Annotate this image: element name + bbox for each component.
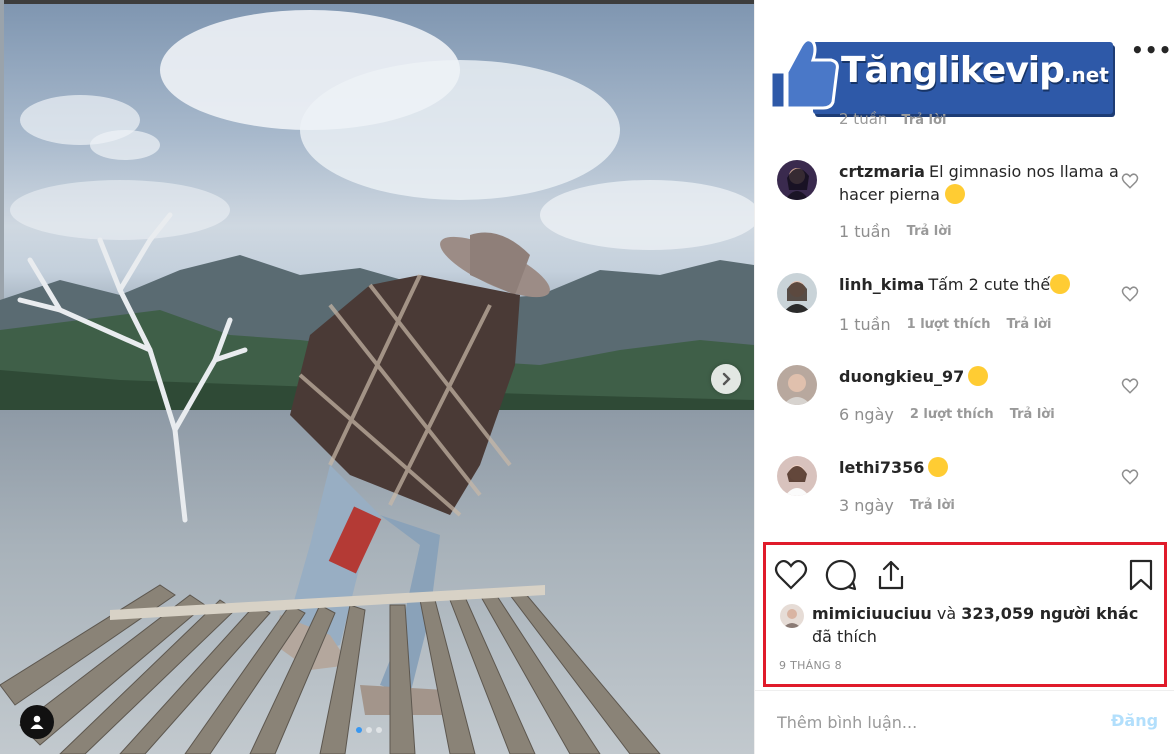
tagged-users-button[interactable] <box>20 705 54 739</box>
next-photo-button[interactable] <box>711 364 741 394</box>
reply-button[interactable]: Trả lời <box>1010 407 1055 422</box>
comment-item: linh_kima Tấm 2 cute thế 1 tuần 1 lượt th… <box>777 273 1167 343</box>
reply-button[interactable]: Trả lời <box>1006 317 1051 332</box>
comment-item: duongkieu_97 6 ngày 2 lượt thích Trả lời <box>777 365 1167 435</box>
comment-item: lethi7356 3 ngày Trả lời <box>777 456 1167 526</box>
comment-like-count[interactable]: 2 lượt thích <box>910 407 994 422</box>
post-side-panel: Tănglikevip.net ••• 2 tuần Trả lời crtzma… <box>754 0 1174 754</box>
carousel-dot <box>376 727 382 733</box>
share-icon[interactable] <box>874 558 908 592</box>
liked-by-suffix: đã thích <box>812 627 877 646</box>
comment-like-icon[interactable] <box>1121 172 1139 190</box>
comment-like-icon[interactable] <box>1121 377 1139 395</box>
hugging-face-emoji-icon <box>945 184 966 204</box>
comment-meta: 1 tuần 1 lượt thích Trả lời <box>839 315 1051 334</box>
liker-avatar[interactable] <box>780 604 804 628</box>
comment-input[interactable] <box>775 709 1079 735</box>
comment-meta: 1 tuần Trả lời <box>839 222 952 241</box>
comment-item: crtzmaria El gimnasio nos llama a hacer p… <box>777 160 1167 250</box>
logo-main-text: Tănglikevip <box>841 50 1065 91</box>
like-count-link[interactable]: 323,059 người khác <box>961 604 1138 623</box>
avatar[interactable] <box>777 160 817 200</box>
comment-text: linh_kima Tấm 2 cute thế <box>839 273 1119 296</box>
logo-text: Tănglikevip.net <box>841 50 1109 91</box>
comment-meta: 3 ngày Trả lời <box>839 496 955 515</box>
comment-like-count[interactable]: 1 lượt thích <box>907 317 991 332</box>
reply-button[interactable]: Trả lời <box>910 498 955 513</box>
dead-tree <box>17 212 248 523</box>
avatar[interactable] <box>777 365 817 405</box>
reply-button[interactable]: Trả lời <box>901 113 946 128</box>
post-actions-highlight: mimiciuuciuu và 323,059 người khác đã th… <box>763 542 1167 687</box>
avatar[interactable] <box>777 273 817 313</box>
post-photo <box>0 0 754 754</box>
liker-username[interactable]: mimiciuuciuu <box>812 604 932 623</box>
chevron-right-icon <box>722 372 731 386</box>
photo-top-edge <box>0 0 754 4</box>
comment-time: 2 tuần <box>839 110 888 128</box>
cloud <box>300 60 620 200</box>
star-struck-emoji-icon <box>1050 274 1071 294</box>
star-struck-emoji-icon <box>928 457 949 477</box>
comment-username[interactable]: duongkieu_97 <box>839 367 964 386</box>
carousel-indicator <box>356 727 382 733</box>
post-date[interactable]: 9 THÁNG 8 <box>779 659 842 672</box>
comment-like-icon[interactable] <box>1121 285 1139 303</box>
reply-button[interactable]: Trả lời <box>907 224 952 239</box>
comment-time: 3 ngày <box>839 496 894 515</box>
comment-text: lethi7356 <box>839 456 1119 479</box>
comment-text: crtzmaria El gimnasio nos llama a hacer p… <box>839 160 1119 206</box>
comment-text: duongkieu_97 <box>839 365 1119 388</box>
post-comment-button[interactable]: Đăng <box>1111 711 1158 730</box>
cloud <box>90 130 160 160</box>
partial-comment-meta: 2 tuần Trả lời <box>839 110 946 128</box>
star-struck-emoji-icon <box>968 366 989 386</box>
logo-suffix: .net <box>1063 63 1109 87</box>
avatar[interactable] <box>777 456 817 496</box>
carousel-dot <box>356 727 362 733</box>
liked-by-connector: và <box>936 604 957 623</box>
more-options-button[interactable]: ••• <box>1131 38 1172 62</box>
person-icon <box>30 715 44 729</box>
add-comment-bar: Đăng <box>755 690 1174 755</box>
thumbs-up-icon <box>769 38 839 110</box>
comment-time: 6 ngày <box>839 405 894 424</box>
watermark-logo: Tănglikevip.net <box>761 32 1116 118</box>
comment-like-icon[interactable] <box>1121 468 1139 486</box>
liked-by-text: mimiciuuciuu và 323,059 người khác đã th… <box>812 602 1152 648</box>
carousel-dot <box>366 727 372 733</box>
comment-time: 1 tuần <box>839 222 891 241</box>
comment-body: Tấm 2 cute thế <box>928 275 1051 294</box>
comment-icon[interactable] <box>824 558 858 592</box>
comment-meta: 6 ngày 2 lượt thích Trả lời <box>839 405 1055 424</box>
comment-username[interactable]: crtzmaria <box>839 162 925 181</box>
heart-icon[interactable] <box>774 558 808 592</box>
comment-time: 1 tuần <box>839 315 891 334</box>
comment-username[interactable]: linh_kima <box>839 275 924 294</box>
bookmark-icon[interactable] <box>1124 558 1158 592</box>
bamboo-raft <box>0 584 661 754</box>
comment-username[interactable]: lethi7356 <box>839 458 924 477</box>
